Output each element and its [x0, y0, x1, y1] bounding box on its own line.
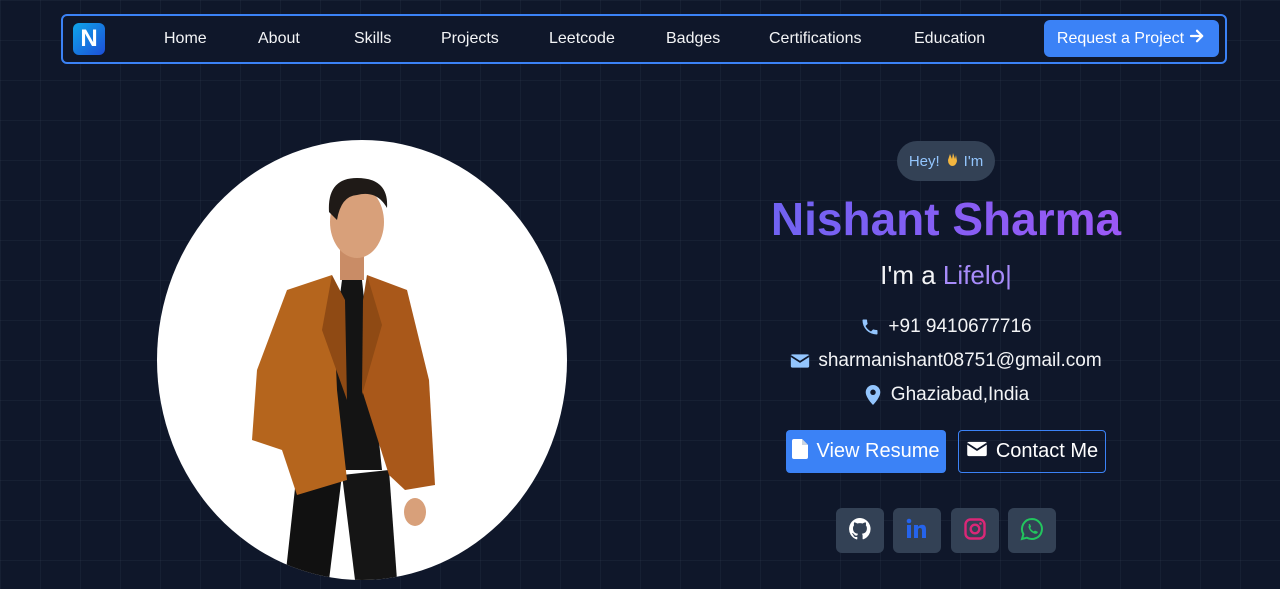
arrow-right-icon: [1188, 27, 1206, 50]
typed-role-line: I'm a Lifelo|: [660, 260, 1232, 291]
view-resume-button[interactable]: View Resume: [786, 430, 946, 473]
file-icon: [792, 438, 809, 465]
phone-icon: [860, 317, 880, 337]
waving-hand-icon: [944, 151, 960, 171]
nav-link-skills[interactable]: Skills: [354, 30, 391, 48]
email-row: sharmanishant08751@gmail.com: [660, 350, 1232, 372]
nav-link-projects[interactable]: Projects: [441, 30, 499, 48]
typing-cursor: |: [1005, 260, 1012, 290]
contact-me-label: Contact Me: [995, 440, 1099, 462]
phone-row: +91 9410677716: [660, 316, 1232, 338]
nav-link-leetcode[interactable]: Leetcode: [549, 30, 615, 48]
whatsapp-link[interactable]: [1008, 508, 1056, 553]
greeting-text: Hey!: [908, 152, 940, 170]
email-text[interactable]: sharmanishant08751@gmail.com: [818, 350, 1101, 372]
contact-me-button[interactable]: Contact Me: [958, 430, 1106, 473]
whatsapp-icon: [1020, 517, 1044, 545]
nav-link-badges[interactable]: Badges: [666, 30, 720, 48]
request-project-label: Request a Project: [1056, 29, 1185, 47]
linkedin-icon: [905, 517, 929, 545]
typed-word: Lifelo: [942, 260, 1006, 290]
envelope-icon: [966, 440, 988, 463]
phone-text[interactable]: +91 9410677716: [888, 316, 1031, 338]
hero-name: Nishant Sharma: [660, 192, 1232, 246]
instagram-icon: [963, 517, 987, 545]
github-link[interactable]: [836, 508, 884, 553]
instagram-link[interactable]: [951, 508, 999, 553]
nav-link-about[interactable]: About: [258, 30, 300, 48]
navbar: N Home About Skills Projects Leetcode Ba…: [61, 14, 1227, 64]
github-icon: [848, 517, 872, 545]
location-text: Ghaziabad,India: [890, 384, 1030, 405]
person-illustration: [252, 178, 435, 580]
view-resume-label: View Resume: [816, 440, 940, 462]
request-project-button[interactable]: Request a Project: [1044, 20, 1219, 57]
linkedin-link[interactable]: [893, 508, 941, 553]
greeting-suffix: I'm: [963, 152, 984, 170]
nav-link-home[interactable]: Home: [164, 30, 207, 48]
location-row: Ghaziabad,India: [660, 384, 1232, 406]
envelope-icon: [790, 351, 810, 371]
nav-link-certifications[interactable]: Certifications: [769, 30, 861, 48]
typed-prefix: I'm a: [880, 260, 943, 290]
greeting-badge: Hey! I'm: [897, 141, 995, 181]
map-pin-icon: [863, 385, 883, 405]
profile-photo: [157, 140, 567, 580]
nav-link-education[interactable]: Education: [914, 30, 985, 48]
